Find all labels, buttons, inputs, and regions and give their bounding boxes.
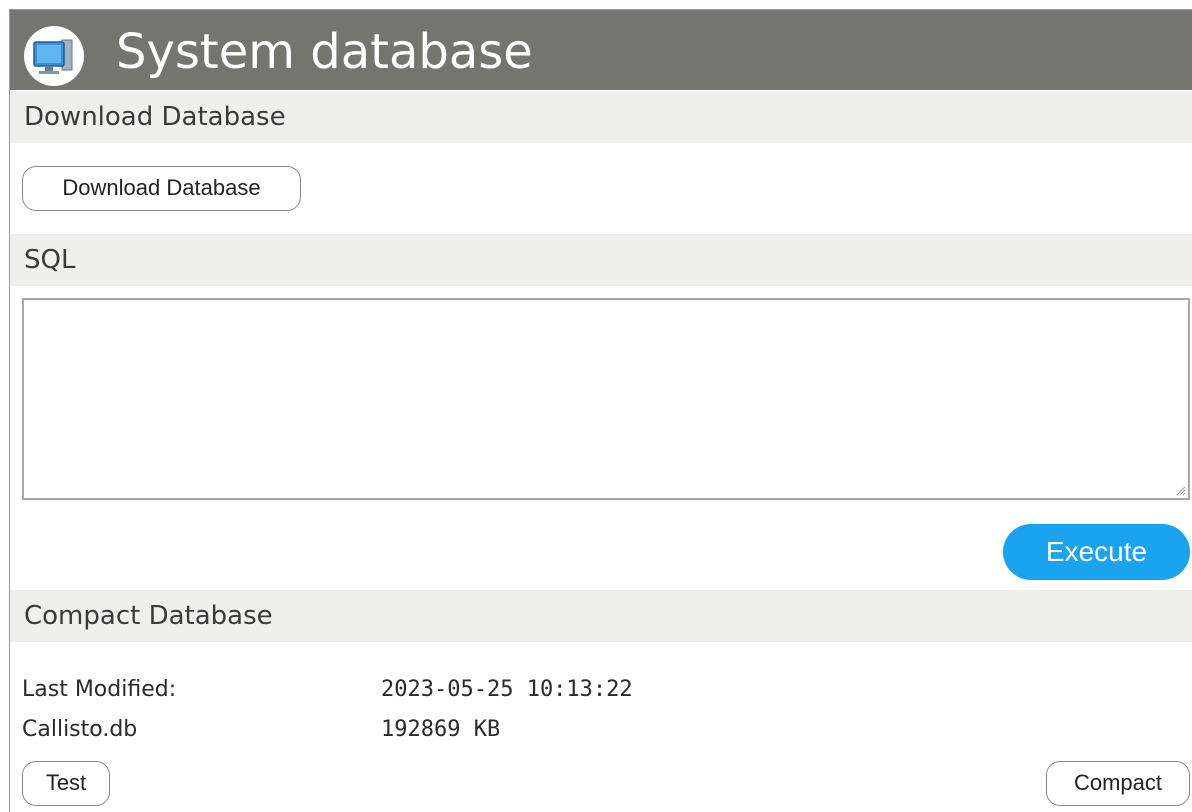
last-modified-label: Last Modified: bbox=[22, 677, 177, 702]
download-database-button[interactable]: Download Database bbox=[22, 166, 301, 211]
title-bar: System database bbox=[10, 10, 1192, 90]
sql-query-input[interactable] bbox=[22, 298, 1190, 500]
db-file-label: Callisto.db bbox=[22, 717, 138, 742]
compact-button[interactable]: Compact bbox=[1046, 761, 1190, 806]
last-modified-value: 2023-05-25 10:13:22 bbox=[381, 677, 633, 702]
compact-section-header: Compact Database bbox=[10, 590, 1192, 642]
page-title: System database bbox=[116, 24, 533, 80]
test-button[interactable]: Test bbox=[22, 761, 110, 806]
resize-grip-icon[interactable] bbox=[1174, 484, 1186, 496]
execute-button[interactable]: Execute bbox=[1003, 524, 1190, 580]
sql-section-title: SQL bbox=[24, 245, 76, 275]
download-section-title: Download Database bbox=[24, 102, 286, 132]
db-file-size-value: 192869 KB bbox=[381, 717, 501, 742]
compact-section-title: Compact Database bbox=[24, 601, 273, 631]
download-section-header: Download Database bbox=[10, 91, 1192, 143]
computer-icon bbox=[24, 26, 84, 86]
sql-section-header: SQL bbox=[10, 234, 1192, 286]
